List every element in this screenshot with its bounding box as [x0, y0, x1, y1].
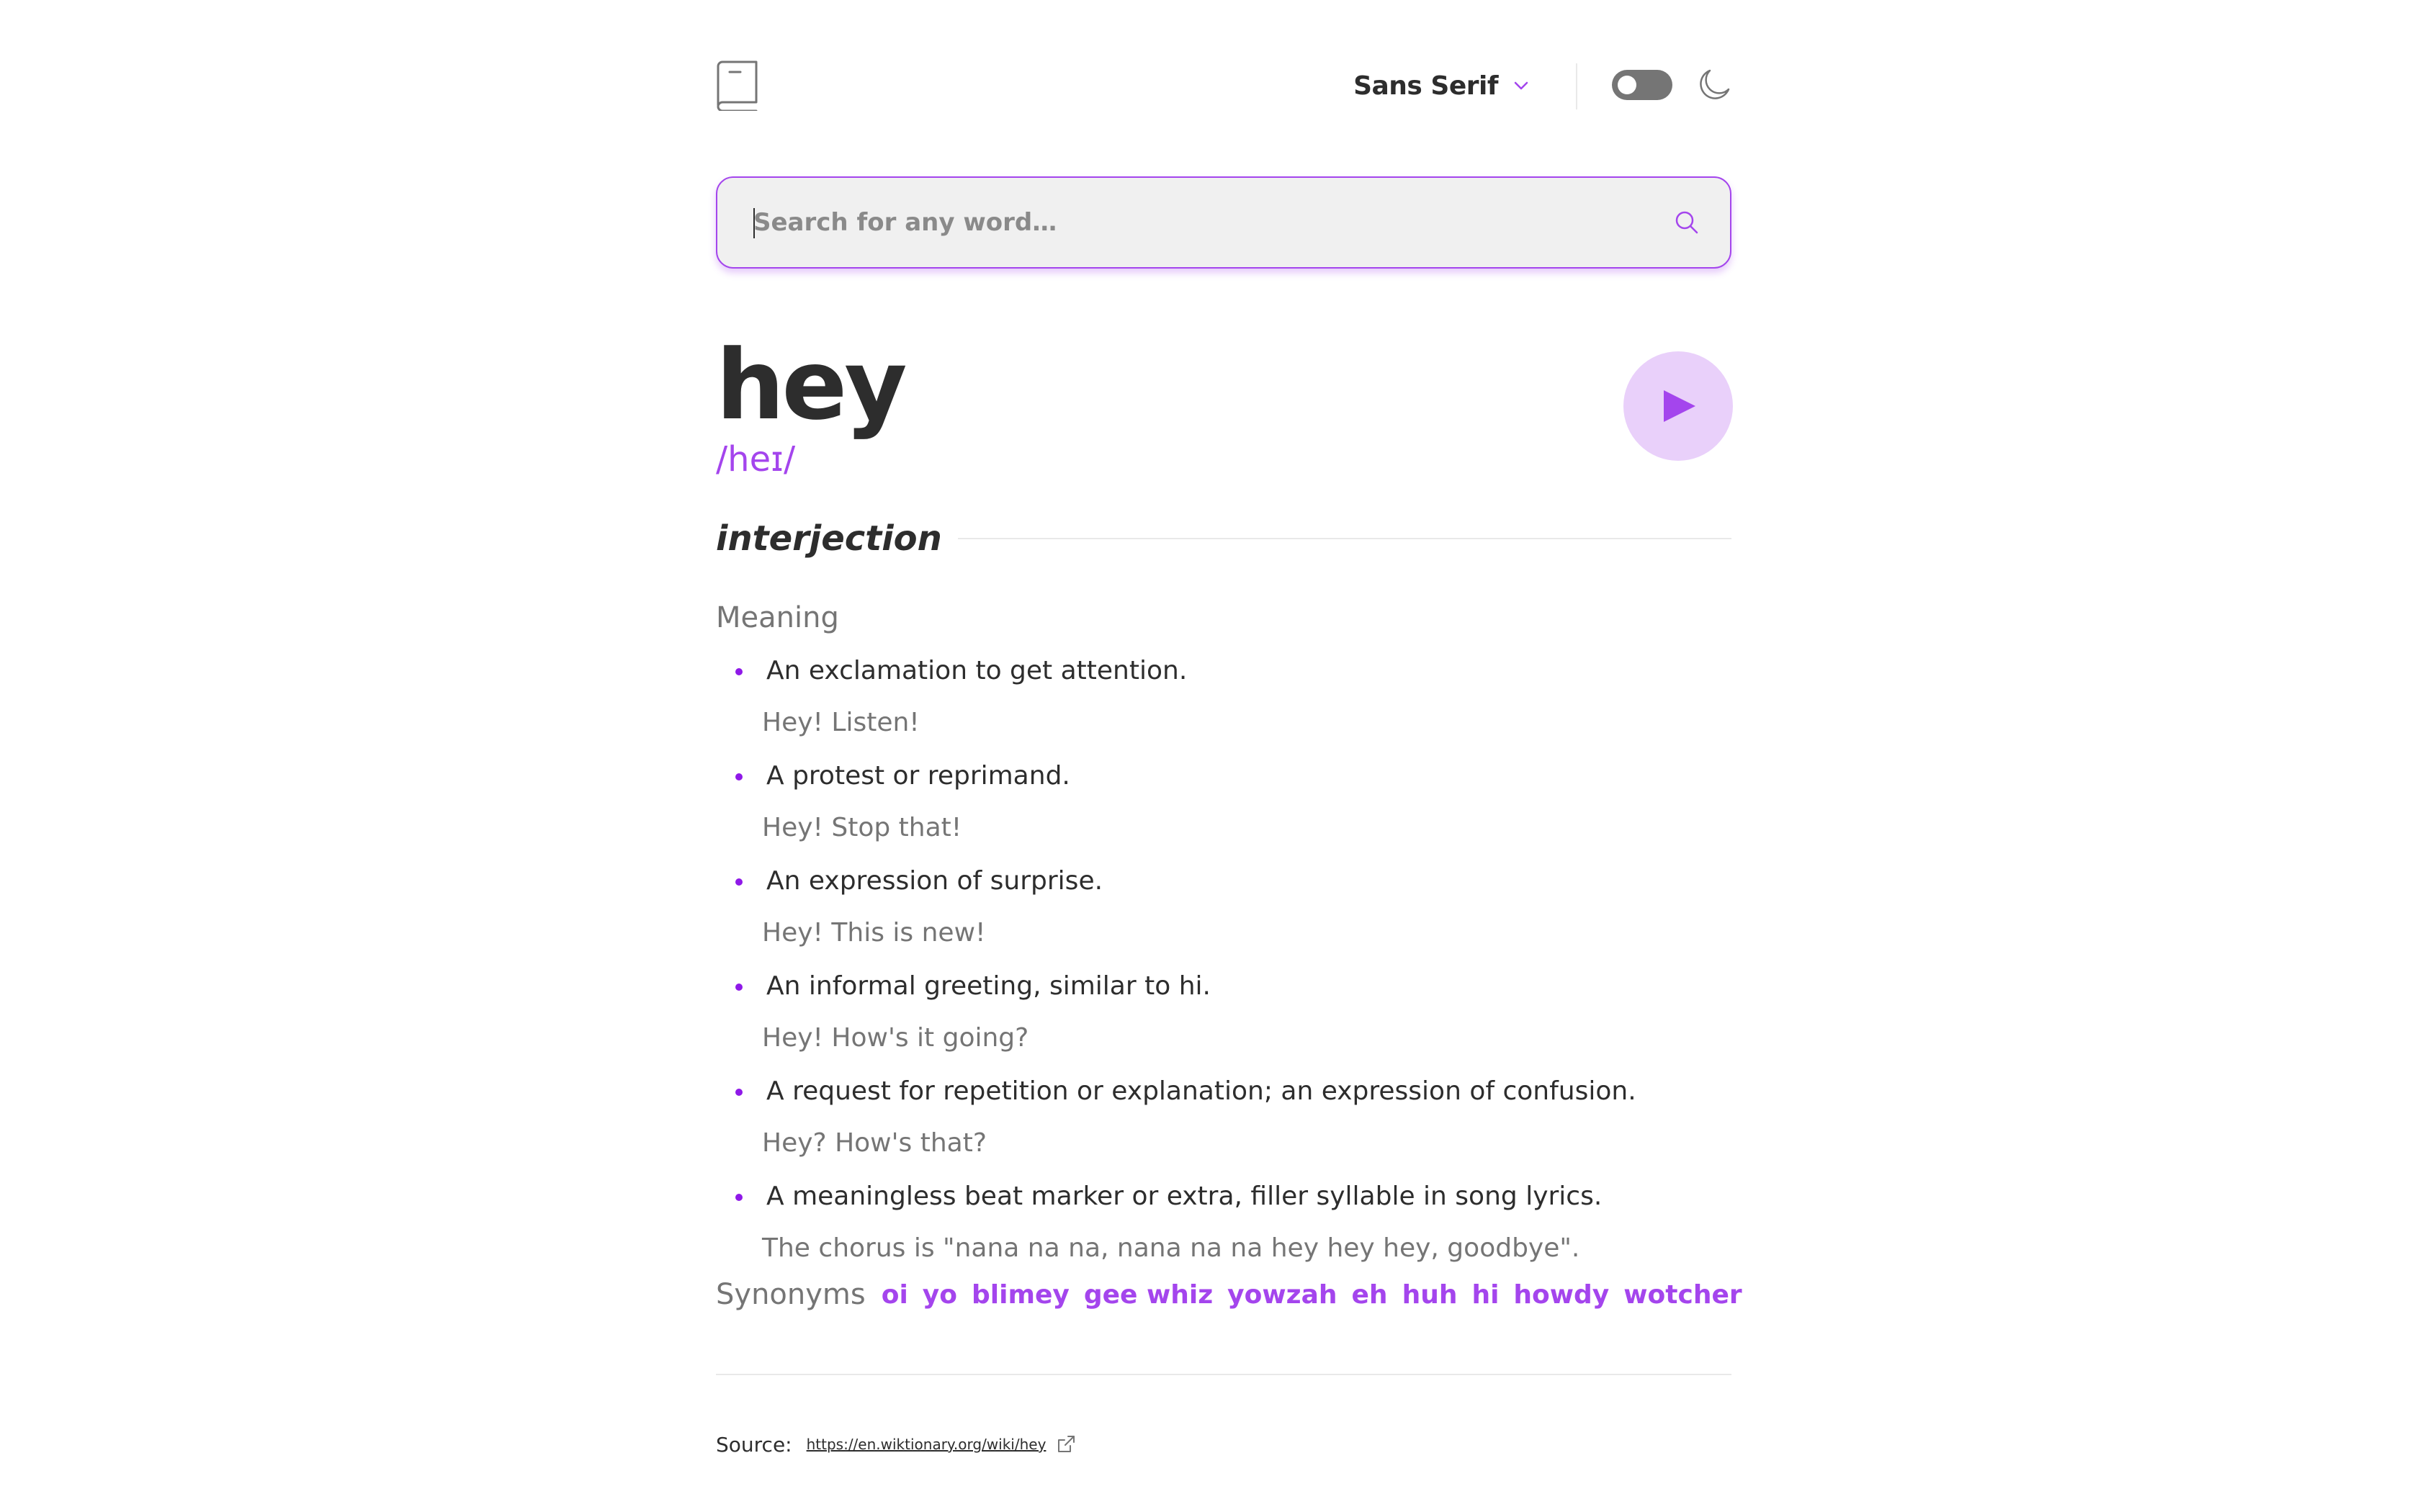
- meaning-heading: Meaning: [716, 601, 839, 634]
- header: Sans Serif: [716, 58, 1731, 115]
- part-of-speech: interjection: [716, 518, 942, 559]
- example-text: Hey! Stop that!: [762, 813, 962, 842]
- part-of-speech-row: interjection: [716, 517, 1731, 560]
- search-bar: [716, 176, 1731, 269]
- definition-item: An expression of surprise. Hey! This is …: [716, 861, 1731, 966]
- bullet-icon: [735, 1194, 743, 1201]
- chevron-down-icon: [1514, 81, 1528, 90]
- book-icon[interactable]: [716, 60, 759, 111]
- synonym-link[interactable]: wotcher: [1623, 1280, 1742, 1310]
- bullet-icon: [735, 668, 743, 675]
- synonyms-label: Synonyms: [716, 1278, 866, 1311]
- font-select[interactable]: Sans Serif: [1353, 69, 1530, 102]
- definition-text: A protest or reprimand.: [766, 761, 1070, 791]
- definition-item: A protest or reprimand. Hey! Stop that!: [716, 756, 1731, 861]
- definitions-list: An exclamation to get attention. Hey! Li…: [716, 651, 1731, 1282]
- font-select-label: Sans Serif: [1353, 71, 1498, 101]
- synonym-link[interactable]: yowzah: [1227, 1280, 1337, 1310]
- search-icon[interactable]: [1674, 210, 1700, 235]
- source-row: Source: https://en.wiktionary.org/wiki/h…: [716, 1430, 1076, 1459]
- synonym-link[interactable]: hi: [1471, 1280, 1499, 1310]
- definition-text: A request for repetition or explanation;…: [766, 1076, 1636, 1106]
- word-title: hey: [716, 329, 908, 441]
- external-link-icon[interactable]: [1056, 1434, 1076, 1454]
- definition-item: A request for repetition or explanation;…: [716, 1071, 1731, 1176]
- synonym-link[interactable]: oi: [882, 1280, 908, 1310]
- toggle-knob: [1618, 76, 1636, 94]
- definition-item: An exclamation to get attention. Hey! Li…: [716, 651, 1731, 756]
- part-of-speech-divider: [957, 538, 1731, 539]
- play-button[interactable]: [1623, 351, 1733, 461]
- definition-item: A meaningless beat marker or extra, fill…: [716, 1176, 1731, 1282]
- example-text: Hey! Listen!: [762, 708, 920, 737]
- synonyms-row: Synonyms oi yo blimey gee whiz yowzah eh…: [716, 1274, 1757, 1315]
- header-divider: [1576, 63, 1577, 109]
- synonym-link[interactable]: gee whiz: [1084, 1280, 1213, 1310]
- theme-toggle[interactable]: [1612, 70, 1672, 100]
- definition-text: An informal greeting, similar to hi.: [766, 971, 1211, 1001]
- phonetic: /heɪ/: [716, 439, 796, 480]
- moon-icon[interactable]: [1697, 68, 1731, 102]
- synonym-link[interactable]: yo: [923, 1280, 957, 1310]
- synonym-link[interactable]: blimey: [972, 1280, 1070, 1310]
- source-link[interactable]: https://en.wiktionary.org/wiki/hey: [807, 1436, 1047, 1453]
- definition-text: A meaningless beat marker or extra, fill…: [766, 1182, 1603, 1211]
- definition-item: An informal greeting, similar to hi. Hey…: [716, 966, 1731, 1071]
- synonym-link[interactable]: huh: [1402, 1280, 1458, 1310]
- bullet-icon: [735, 773, 743, 780]
- synonym-link[interactable]: eh: [1352, 1280, 1388, 1310]
- example-text: Hey? How's that?: [762, 1128, 987, 1158]
- bullet-icon: [735, 1089, 743, 1096]
- bullet-icon: [735, 878, 743, 886]
- footer-divider: [716, 1374, 1731, 1375]
- bullet-icon: [735, 984, 743, 991]
- source-label: Source:: [716, 1432, 792, 1457]
- definition-text: An expression of surprise.: [766, 866, 1103, 896]
- example-text: Hey! This is new!: [762, 918, 986, 948]
- text-caret: [753, 208, 755, 238]
- synonym-link[interactable]: howdy: [1513, 1280, 1609, 1310]
- definition-text: An exclamation to get attention.: [766, 656, 1188, 685]
- search-input[interactable]: [753, 178, 1639, 267]
- play-icon: [1664, 390, 1695, 422]
- dictionary-page: Sans Serif hey /heɪ/: [0, 0, 2420, 1512]
- example-text: The chorus is "nana na na, nana na na he…: [762, 1233, 1580, 1263]
- example-text: Hey! How's it going?: [762, 1023, 1029, 1053]
